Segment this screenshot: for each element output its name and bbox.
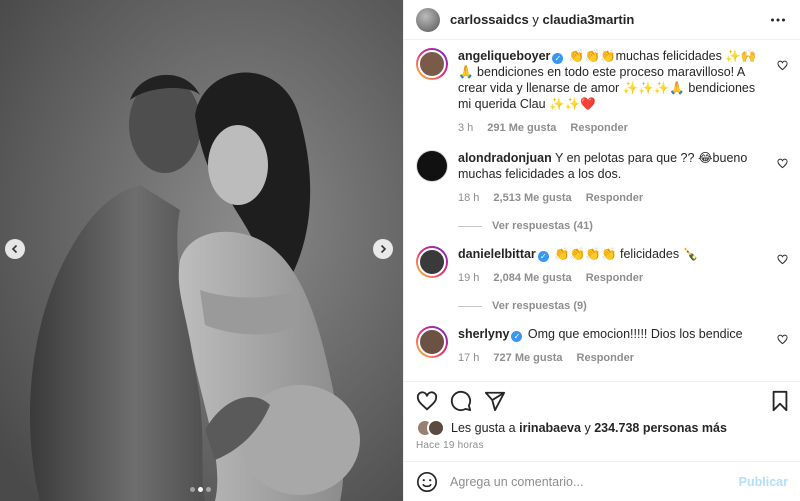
heart-icon xyxy=(416,390,438,410)
commenter-avatar[interactable] xyxy=(416,326,448,358)
verified-badge-icon: ✓ xyxy=(537,251,549,262)
likes-middle: y xyxy=(584,421,591,435)
comment-item: alondradonjuan Y en pelotas para que ?? … xyxy=(416,150,788,206)
comment-item: angeliqueboyer ✓ 👏👏👏muchas felicidades ✨🙌… xyxy=(416,48,788,136)
comment-time[interactable]: 17 h xyxy=(458,350,479,366)
chevron-right-icon xyxy=(380,244,387,254)
likes-count[interactable]: 234.738 personas más xyxy=(594,421,727,435)
comment-username[interactable]: alondradonjuan xyxy=(458,151,552,165)
carousel-dot xyxy=(190,487,195,492)
comment-body: sherlyny ✓ Omg que emocion!!!!! Dios los … xyxy=(458,326,758,366)
publish-button[interactable]: Publicar xyxy=(739,475,788,489)
comment-like-heart-icon[interactable] xyxy=(777,254,788,265)
comment-meta: 19 h 2,084 Me gusta Responder xyxy=(458,270,758,286)
comment-like-heart-icon[interactable] xyxy=(777,158,788,169)
comment-username[interactable]: angeliqueboyer xyxy=(458,49,550,63)
view-replies-button[interactable]: Ver respuestas (41) xyxy=(458,220,788,232)
reply-button[interactable]: Responder xyxy=(570,120,627,136)
comment-item: danielelbittar ✓ 👏👏👏👏 felicidades 🍾 19 h … xyxy=(416,246,788,286)
save-button[interactable] xyxy=(770,390,790,415)
author-avatar[interactable] xyxy=(416,7,440,32)
post-header: carlossaidcs y claudia3martin xyxy=(404,0,800,40)
verified-badge-icon: ✓ xyxy=(552,53,564,64)
comment-text: 👏👏👏👏 felicidades 🍾 xyxy=(554,247,699,261)
comments-list[interactable]: angeliqueboyer ✓ 👏👏👏muchas felicidades ✨🙌… xyxy=(404,40,800,381)
likes-prefix: Les gusta a xyxy=(451,421,516,435)
authors-connector: y xyxy=(532,12,539,27)
commenter-avatar[interactable] xyxy=(416,246,448,278)
reply-button[interactable]: Responder xyxy=(577,350,634,366)
comment-likes[interactable]: 2,084 Me gusta xyxy=(493,270,571,286)
comment-body: danielelbittar ✓ 👏👏👏👏 felicidades 🍾 19 h … xyxy=(458,246,758,286)
post-authors: carlossaidcs y claudia3martin xyxy=(450,12,634,27)
chevron-left-icon xyxy=(11,244,18,254)
comment-time[interactable]: 3 h xyxy=(458,120,473,136)
like-button[interactable] xyxy=(416,390,438,412)
comment-bubble-icon xyxy=(450,390,472,411)
carousel-dot xyxy=(206,487,211,492)
add-comment-bar: Agrega un comentario... Publicar xyxy=(404,461,800,501)
comment-meta: 18 h 2,513 Me gusta Responder xyxy=(458,190,758,206)
carousel-dot-active xyxy=(198,487,203,492)
paper-plane-icon xyxy=(484,391,506,411)
post-actions xyxy=(404,381,800,419)
likes-user[interactable]: irinabaeva xyxy=(519,421,581,435)
comment-text: Omg que emocion!!!!! Dios los bendice xyxy=(527,327,743,341)
comment-button[interactable] xyxy=(450,390,472,412)
comment-body: alondradonjuan Y en pelotas para que ?? … xyxy=(458,150,758,206)
more-dots-icon[interactable] xyxy=(770,12,786,28)
view-replies-label: Ver respuestas (9) xyxy=(492,300,587,312)
comment-meta: 17 h 727 Me gusta Responder xyxy=(458,350,758,366)
carousel-indicator xyxy=(190,487,211,492)
comment-likes[interactable]: 2,513 Me gusta xyxy=(493,190,571,206)
post-media[interactable] xyxy=(0,0,403,501)
view-replies-button[interactable]: Ver respuestas (9) xyxy=(458,300,788,312)
verified-badge-icon: ✓ xyxy=(511,331,523,342)
comment-body: angeliqueboyer ✓ 👏👏👏muchas felicidades ✨🙌… xyxy=(458,48,758,136)
next-image-button[interactable] xyxy=(373,239,393,259)
comment-input[interactable]: Agrega un comentario... xyxy=(450,475,739,489)
replies-divider xyxy=(458,225,482,227)
comment-time[interactable]: 19 h xyxy=(458,270,479,286)
post-timestamp[interactable]: Hace 19 horas xyxy=(404,437,800,451)
replies-divider xyxy=(458,305,482,307)
comment-item: sherlyny ✓ Omg que emocion!!!!! Dios los … xyxy=(416,326,788,366)
reply-button[interactable]: Responder xyxy=(586,190,643,206)
coauthor-username[interactable]: claudia3martin xyxy=(543,12,635,27)
comment-meta: 3 h 291 Me gusta Responder xyxy=(458,120,758,136)
comment-like-heart-icon[interactable] xyxy=(777,334,788,345)
commenter-avatar[interactable] xyxy=(416,150,448,182)
smiley-icon[interactable] xyxy=(416,471,438,493)
comment-likes[interactable]: 727 Me gusta xyxy=(493,350,562,366)
comment-username[interactable]: danielelbittar xyxy=(458,247,536,261)
commenter-avatar[interactable] xyxy=(416,48,448,80)
liker-avatar xyxy=(427,419,445,437)
comment-time[interactable]: 18 h xyxy=(458,190,479,206)
previous-image-button[interactable] xyxy=(5,239,25,259)
bookmark-icon xyxy=(772,390,788,412)
comment-like-heart-icon[interactable] xyxy=(777,60,788,71)
likes-summary[interactable]: Les gusta a irinabaeva y 234.738 persona… xyxy=(404,419,800,437)
post-photo xyxy=(0,0,403,501)
author-username[interactable]: carlossaidcs xyxy=(450,12,529,27)
reply-button[interactable]: Responder xyxy=(586,270,643,286)
comment-likes[interactable]: 291 Me gusta xyxy=(487,120,556,136)
likes-text: Les gusta a irinabaeva y 234.738 persona… xyxy=(451,421,727,435)
share-button[interactable] xyxy=(484,390,506,412)
post-sidebar: carlossaidcs y claudia3martin angeliqueb… xyxy=(403,0,800,501)
view-replies-label: Ver respuestas (41) xyxy=(492,220,593,232)
comment-username[interactable]: sherlyny xyxy=(458,327,509,341)
